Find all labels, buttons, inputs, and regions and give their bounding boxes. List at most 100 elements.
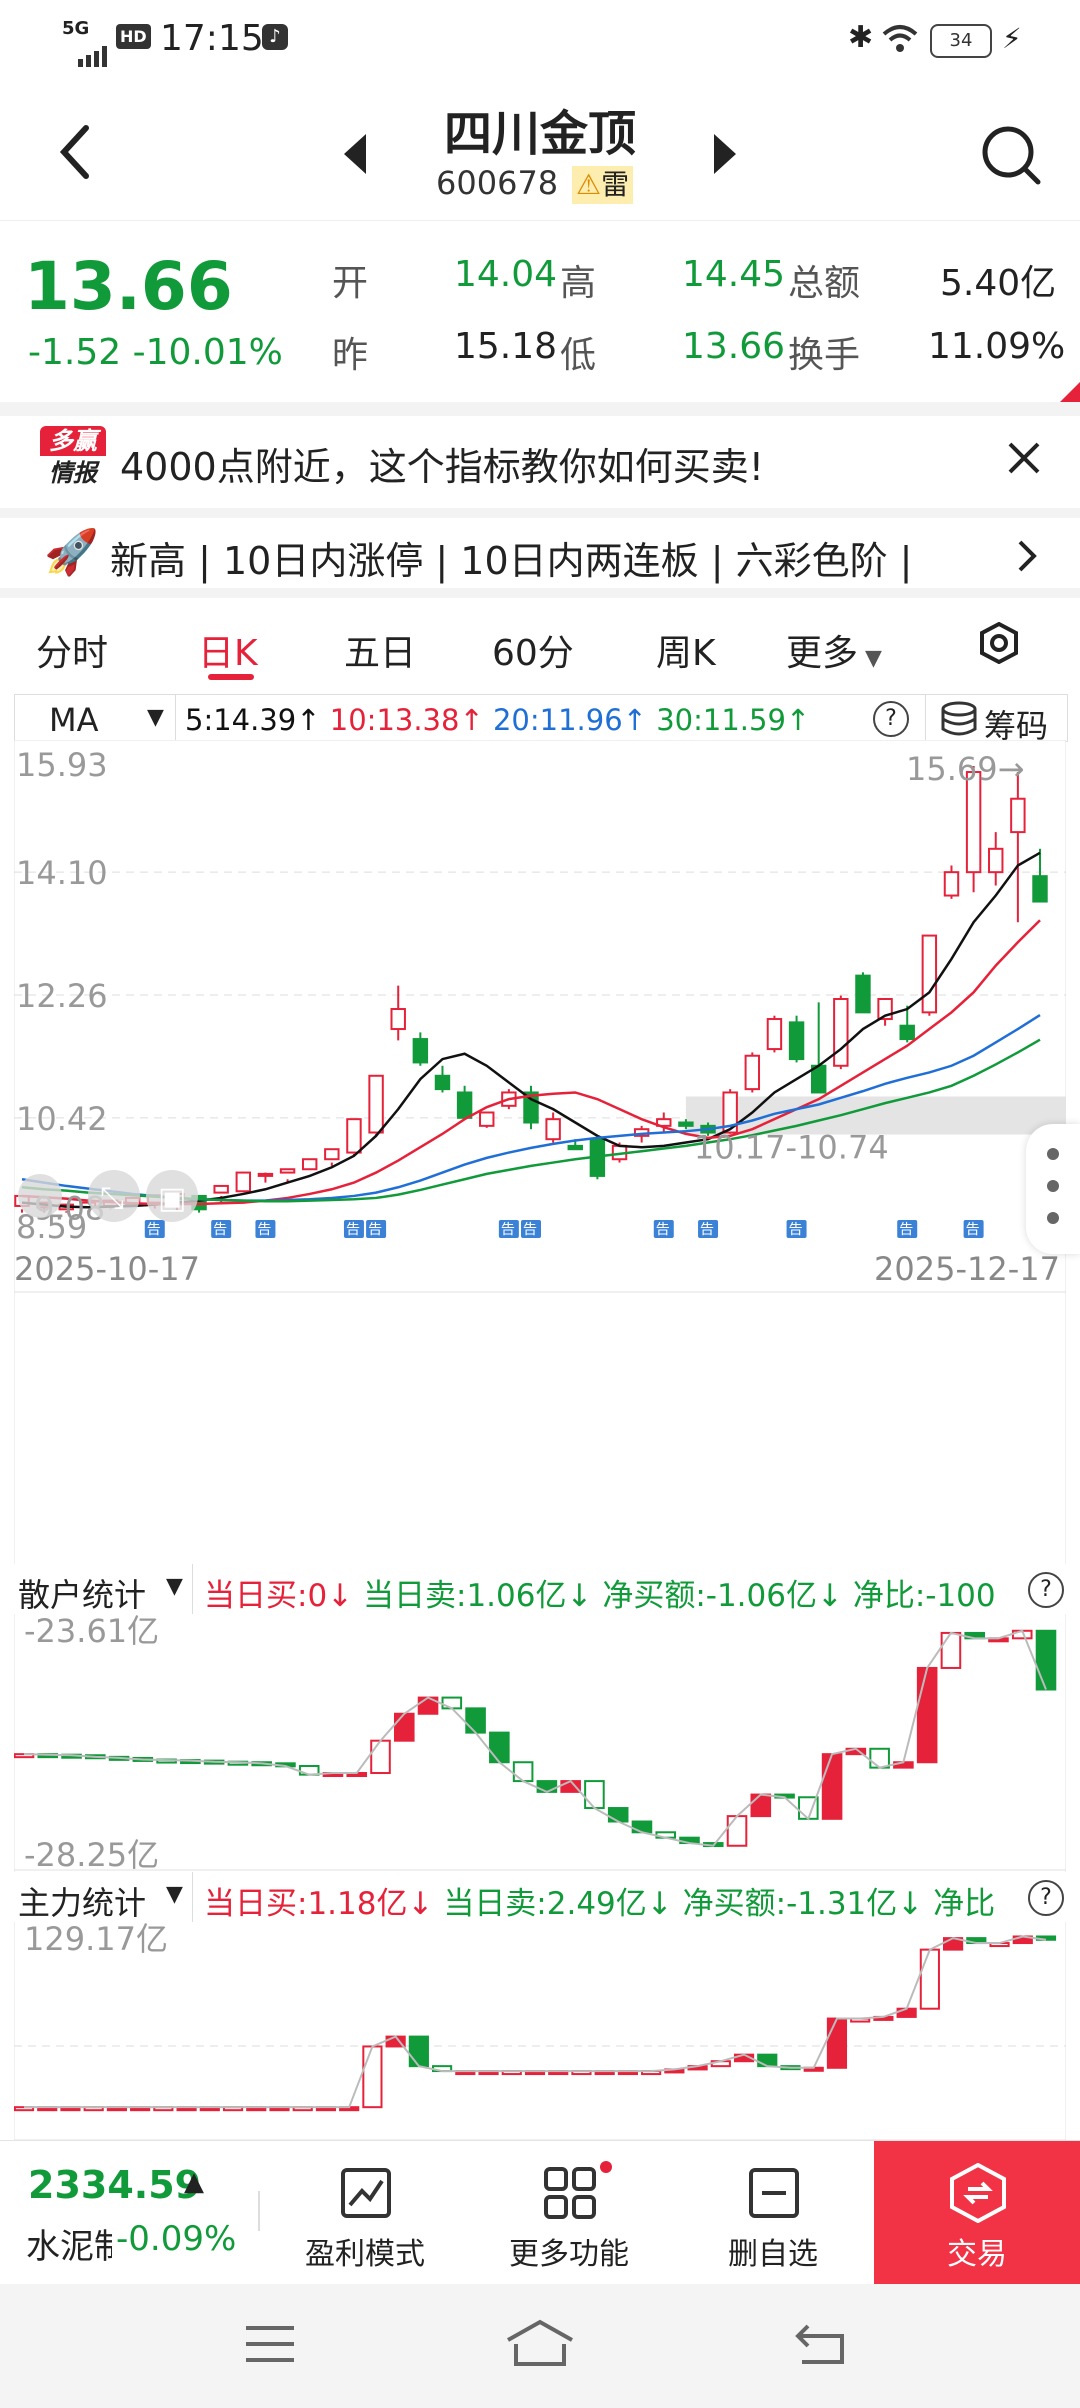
divider <box>0 588 1080 598</box>
help-icon[interactable]: ? <box>873 701 909 737</box>
banner-text: 4000点附近，这个指标教你如何买卖! <box>120 445 764 489</box>
tab-daily-k[interactable]: 日K <box>198 624 258 676</box>
tiktok-icon: ♪ <box>262 24 288 50</box>
candle-body <box>567 1144 583 1151</box>
y-tick-label: 15.93 <box>16 746 108 784</box>
sector-index[interactable]: 2334.59 ▲ 水泥制 -0.09% <box>0 2141 258 2285</box>
home-icon[interactable] <box>504 2318 576 2368</box>
close-banner-button[interactable] <box>1004 438 1044 482</box>
tab-weekly-k[interactable]: 周K <box>656 624 716 676</box>
y-tick-label: 12.26 <box>16 977 108 1015</box>
tab-more[interactable]: 更多 ▼ <box>786 624 882 676</box>
dropdown-caret-icon: ▼ <box>147 705 164 730</box>
more-functions-button[interactable]: 更多功能 <box>494 2141 644 2285</box>
indicator-bar <box>607 1807 629 1823</box>
last-price: 13.66 <box>24 248 233 325</box>
up-triangle-icon: ▲ <box>184 2167 204 2197</box>
ma10-value: 10:13.38↑ <box>329 703 484 737</box>
next-stock-button[interactable] <box>712 134 736 178</box>
ticker-more-button[interactable] <box>1016 538 1038 578</box>
database-icon <box>941 701 977 736</box>
high-value: 14.45 <box>682 254 786 295</box>
candle-body <box>390 1008 406 1031</box>
indicator-bar <box>750 1793 772 1818</box>
risk-badge[interactable]: ⚠雷 <box>572 166 634 204</box>
indicator-bar <box>465 1707 486 1734</box>
candle-body <box>855 974 871 1014</box>
indicator-bar <box>826 2017 848 2069</box>
indicator-bar <box>584 1780 605 1810</box>
chips-button[interactable]: 筹码 <box>925 695 1068 745</box>
indicator-bar <box>869 1747 890 1769</box>
tab-five-day[interactable]: 五日 <box>344 624 416 676</box>
indicator-bar <box>757 2053 778 2068</box>
chevron-right-icon <box>1018 540 1037 572</box>
prev-close-value: 15.18 <box>454 326 558 367</box>
indicator-bar <box>560 1780 581 1793</box>
announcement-marker-label: 告 <box>789 1222 803 1238</box>
help-icon[interactable]: ? <box>1028 1572 1064 1608</box>
announcement-marker-label: 告 <box>257 1222 271 1238</box>
tab-60min[interactable]: 60分 <box>492 624 574 676</box>
indicator-tick-label: -23.61亿 <box>24 1612 159 1650</box>
ticker-text: 新高 | 10日内涨停 | 10日内两连板 | 六彩色阶 | <box>110 539 913 583</box>
candle-body <box>678 1121 694 1127</box>
bottom-toolbar: 2334.59 ▲ 水泥制 -0.09% 盈利模式 更多功能 删自选 交易 <box>0 2140 1080 2285</box>
announcement-marker-label: 告 <box>346 1222 360 1238</box>
collapse-icon <box>18 1173 62 1218</box>
bluetooth-icon: ✱ <box>848 20 874 55</box>
retail-stats-values: 当日买:0↓ 当日卖:1.06亿↓ 净买额:-1.06亿↓ 净比:-100 <box>204 1578 996 1614</box>
more-options-handle[interactable] <box>1026 1124 1080 1254</box>
divider <box>0 402 1080 416</box>
main-force-selector[interactable]: 主力统计 ▼ <box>14 1872 193 1922</box>
announcement-marker-label: 告 <box>501 1222 515 1238</box>
menu-icon[interactable] <box>244 2322 296 2366</box>
trade-button[interactable]: 交易 <box>874 2141 1080 2285</box>
announcement-marker-label: 告 <box>700 1222 714 1238</box>
divider <box>0 508 1080 518</box>
candle-body <box>988 847 1004 874</box>
stock-header: 四川金顶 600678 ⚠雷 <box>0 84 1080 221</box>
price-change: -1.52 -10.01% <box>28 332 283 373</box>
warning-icon: ⚠ <box>576 168 602 201</box>
indicator-bar <box>919 1948 940 2010</box>
candle-body <box>766 1018 783 1051</box>
trade-icon <box>950 2163 1006 2223</box>
dropdown-caret-icon: ▼ <box>166 1574 183 1599</box>
hd-icon: HD <box>116 24 151 49</box>
candle-body <box>301 1158 318 1171</box>
tab-intraday[interactable]: 分时 <box>36 624 108 676</box>
rocket-icon: 🚀 <box>44 527 99 578</box>
main-force-values: 当日买:1.18亿↓ 当日卖:2.49亿↓ 净买额:-1.31亿↓ 净比 <box>204 1886 996 1922</box>
help-icon[interactable]: ? <box>1028 1880 1064 1916</box>
search-button[interactable] <box>980 124 1042 190</box>
dropdown-caret-icon: ▼ <box>858 646 882 671</box>
k-line-chart[interactable]: 15.9314.1012.2610.428.5915.69→10.17-10.7… <box>14 740 1066 2140</box>
more-vertical-icon <box>1047 1148 1059 1224</box>
candle-body <box>279 1168 296 1174</box>
y-tick-label: 14.10 <box>16 854 108 892</box>
indicator-bar <box>940 1631 962 1669</box>
x-date-end: 2025-12-17 <box>874 1250 1060 1288</box>
ma-selector[interactable]: MA ▼ <box>15 695 176 741</box>
zone-label: 10.17-10.74 <box>694 1129 889 1167</box>
remove-icon <box>749 2168 799 2218</box>
settings-button[interactable] <box>978 621 1020 673</box>
dropdown-caret-icon: ▼ <box>166 1882 183 1907</box>
remove-watchlist-button[interactable]: 删自选 <box>698 2141 848 2285</box>
profit-mode-button[interactable]: 盈利模式 <box>290 2141 440 2285</box>
back-nav-icon[interactable] <box>794 2318 850 2368</box>
news-banner[interactable]: 多赢 情报 4000点附近，这个指标教你如何买卖! <box>0 416 1080 508</box>
status-bar: 5G HD 17:15 ♪ ✱ 34 ⚡ <box>0 0 1080 84</box>
candle-body <box>1032 875 1048 903</box>
stock-name: 四川金顶 <box>443 106 636 162</box>
search-icon <box>982 126 1041 185</box>
indicator-bar <box>408 2035 429 2068</box>
charging-icon: ⚡ <box>1002 22 1022 55</box>
turnover-value: 11.09% <box>928 326 1066 367</box>
tag-ticker[interactable]: 🚀 新高 | 10日内涨停 | 10日内两连板 | 六彩色阶 | <box>0 518 1080 588</box>
low-label: 低 <box>560 335 597 376</box>
candle-body <box>434 1074 451 1091</box>
announcement-marker-label: 告 <box>213 1222 227 1238</box>
retail-stats-selector[interactable]: 散户统计 ▼ <box>14 1564 193 1614</box>
